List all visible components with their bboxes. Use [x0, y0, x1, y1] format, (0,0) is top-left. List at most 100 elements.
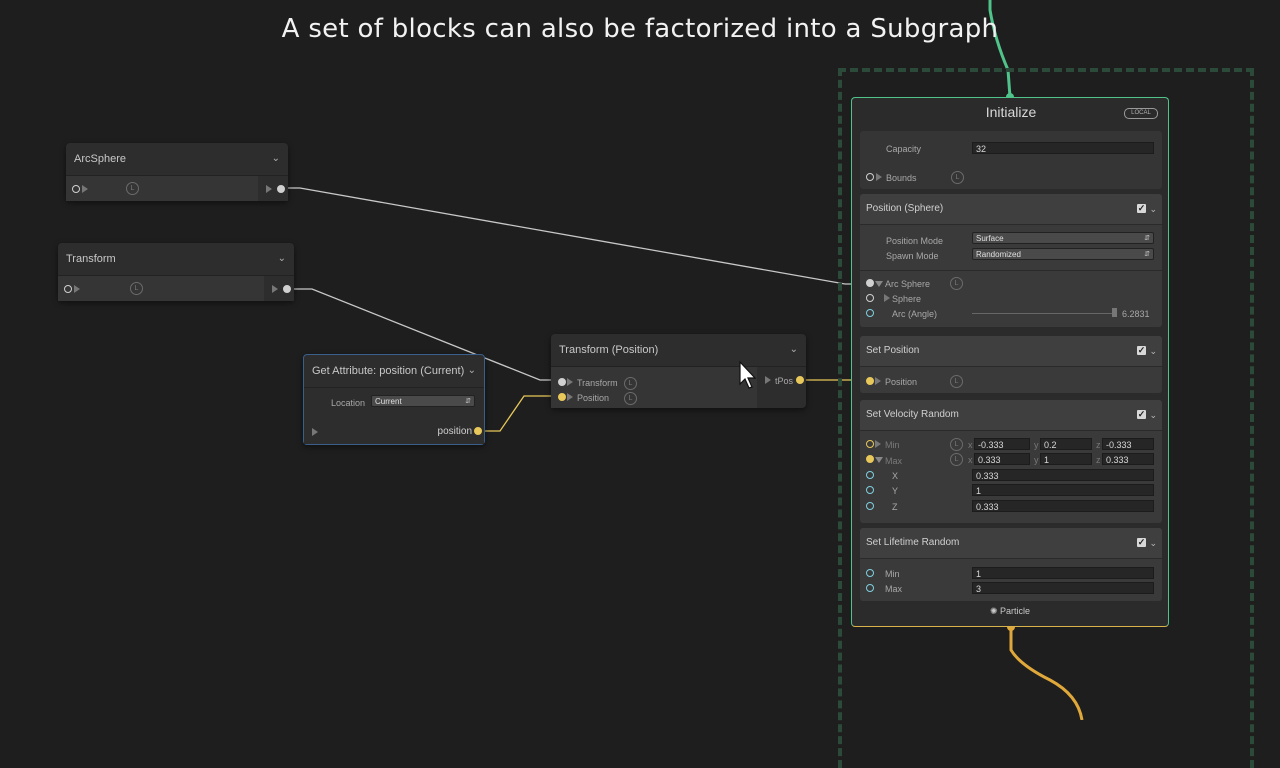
x-port[interactable] [866, 471, 874, 479]
chevron-down-icon[interactable]: ⌄ [1149, 194, 1157, 224]
chevron-down-icon[interactable]: ⌄ [1149, 336, 1157, 366]
sphere-port[interactable] [866, 294, 874, 302]
expand-arrow-icon[interactable] [74, 285, 80, 293]
transform-position-node-header[interactable]: Transform (Position) ⌄ [551, 334, 806, 367]
enable-checkbox[interactable]: ✓ [1137, 410, 1146, 419]
transform-node[interactable]: Transform ⌄ L [58, 243, 294, 301]
z-field[interactable]: 0.333 [972, 500, 1154, 512]
position-output-port[interactable] [474, 427, 482, 435]
min-port[interactable] [866, 569, 874, 577]
collapse-arrow-icon[interactable] [875, 457, 883, 463]
arc-angle-port[interactable] [866, 309, 874, 317]
set-lifetime-header[interactable]: Set Lifetime Random ✓ ⌄ [860, 528, 1162, 559]
output-port[interactable] [277, 185, 285, 193]
chevron-down-icon[interactable]: ⌄ [1149, 528, 1157, 558]
x-label: X [892, 471, 899, 481]
output-port[interactable] [283, 285, 291, 293]
y-port[interactable] [866, 486, 874, 494]
arc-angle-value[interactable]: 6.2831 [1122, 309, 1150, 319]
max-x-field[interactable]: 0.333 [974, 453, 1030, 465]
position-sphere-block[interactable]: Position (Sphere) ✓ ⌄ Position Mode Surf… [860, 194, 1162, 327]
enable-checkbox[interactable]: ✓ [1137, 346, 1146, 355]
position-sphere-header[interactable]: Position (Sphere) ✓ ⌄ [860, 194, 1162, 225]
get-attribute-node-header[interactable]: Get Attribute: position (Current) ⌄ [304, 355, 484, 388]
local-space-badge[interactable]: L [950, 277, 963, 290]
local-space-badge[interactable]: L [950, 453, 963, 466]
position-output-label: position [437, 426, 472, 437]
y-axis-label: y [1034, 440, 1039, 450]
max-y-field[interactable]: 1 [1040, 453, 1092, 465]
expand-arrow-icon[interactable] [765, 376, 771, 384]
chevron-down-icon[interactable]: ⌄ [790, 334, 798, 366]
expand-arrow-icon[interactable] [567, 393, 573, 401]
local-space-badge[interactable]: L [950, 375, 963, 388]
collapse-arrow-icon[interactable] [875, 281, 883, 287]
particle-icon: ✺ [989, 606, 998, 616]
z-port[interactable] [866, 502, 874, 510]
transform-position-node[interactable]: Transform (Position) ⌄ Transform L Posit… [551, 334, 806, 408]
lifetime-min-field[interactable]: 1 [972, 567, 1154, 579]
initialize-context[interactable]: Initialize LOCAL Capacity 32 Bounds L Po… [851, 97, 1169, 627]
input-port[interactable] [72, 185, 80, 193]
position-input-port[interactable] [866, 377, 874, 385]
max-z-field[interactable]: 0.333 [1102, 453, 1154, 465]
enable-checkbox[interactable]: ✓ [1137, 204, 1146, 213]
input-port[interactable] [64, 285, 72, 293]
set-velocity-header[interactable]: Set Velocity Random ✓ ⌄ [860, 400, 1162, 431]
local-space-badge[interactable]: L [624, 392, 637, 405]
local-space-badge[interactable]: L [624, 377, 637, 390]
set-position-block[interactable]: Set Position ✓ ⌄ Position L [860, 336, 1162, 393]
max-port[interactable] [866, 584, 874, 592]
chevron-down-icon[interactable]: ⌄ [1149, 400, 1157, 430]
position-mode-label: Position Mode [886, 236, 944, 246]
min-y-field[interactable]: 0.2 [1040, 438, 1092, 450]
chevron-down-icon[interactable]: ⌄ [278, 243, 286, 275]
arcsphere-node[interactable]: ArcSphere ⌄ L [66, 143, 288, 201]
location-dropdown[interactable]: Current ⇵ [371, 395, 475, 407]
expand-arrow-icon[interactable] [272, 285, 278, 293]
local-space-badge[interactable]: L [950, 438, 963, 451]
expand-arrow-icon[interactable] [266, 185, 272, 193]
arc-sphere-port[interactable] [866, 279, 874, 287]
y-label: Y [892, 486, 899, 496]
position-input-port[interactable] [558, 393, 566, 401]
arcsphere-node-header[interactable]: ArcSphere ⌄ [66, 143, 288, 176]
local-space-badge[interactable]: L [126, 182, 139, 195]
local-space-badge[interactable]: L [951, 171, 964, 184]
arc-angle-slider-handle[interactable] [1112, 308, 1117, 317]
space-badge[interactable]: LOCAL [1124, 108, 1158, 119]
spawn-mode-dropdown[interactable]: Randomized ⇵ [972, 248, 1154, 260]
location-value: Current [375, 397, 402, 406]
expand-arrow-icon[interactable] [884, 294, 890, 302]
bounds-port[interactable] [866, 173, 874, 181]
transform-node-header[interactable]: Transform ⌄ [58, 243, 294, 276]
max-port[interactable] [866, 455, 874, 463]
min-port[interactable] [866, 440, 874, 448]
capacity-field[interactable]: 32 [972, 142, 1154, 154]
set-position-header[interactable]: Set Position ✓ ⌄ [860, 336, 1162, 367]
set-velocity-random-block[interactable]: Set Velocity Random ✓ ⌄ Min L x -0.333 y… [860, 400, 1162, 523]
set-lifetime-random-block[interactable]: Set Lifetime Random ✓ ⌄ Min 1 Max 3 [860, 528, 1162, 601]
arc-angle-slider[interactable] [972, 313, 1112, 314]
expand-arrow-icon[interactable] [875, 377, 881, 385]
local-space-badge[interactable]: L [130, 282, 143, 295]
set-velocity-title: Set Velocity Random [866, 409, 959, 420]
chevron-down-icon[interactable]: ⌄ [468, 355, 476, 387]
min-x-field[interactable]: -0.333 [974, 438, 1030, 450]
expand-arrow-icon[interactable] [312, 428, 318, 436]
x-field[interactable]: 0.333 [972, 469, 1154, 481]
position-mode-dropdown[interactable]: Surface ⇵ [972, 232, 1154, 244]
bounds-label: Bounds [886, 173, 917, 183]
expand-arrow-icon[interactable] [82, 185, 88, 193]
tpos-output-port[interactable] [796, 376, 804, 384]
min-z-field[interactable]: -0.333 [1102, 438, 1154, 450]
enable-checkbox[interactable]: ✓ [1137, 538, 1146, 547]
expand-arrow-icon[interactable] [876, 173, 882, 181]
expand-arrow-icon[interactable] [875, 440, 881, 448]
y-field[interactable]: 1 [972, 484, 1154, 496]
lifetime-max-field[interactable]: 3 [972, 582, 1154, 594]
transform-input-port[interactable] [558, 378, 566, 386]
get-attribute-node[interactable]: Get Attribute: position (Current) ⌄ Loca… [303, 354, 485, 445]
chevron-down-icon[interactable]: ⌄ [272, 143, 280, 175]
expand-arrow-icon[interactable] [567, 378, 573, 386]
